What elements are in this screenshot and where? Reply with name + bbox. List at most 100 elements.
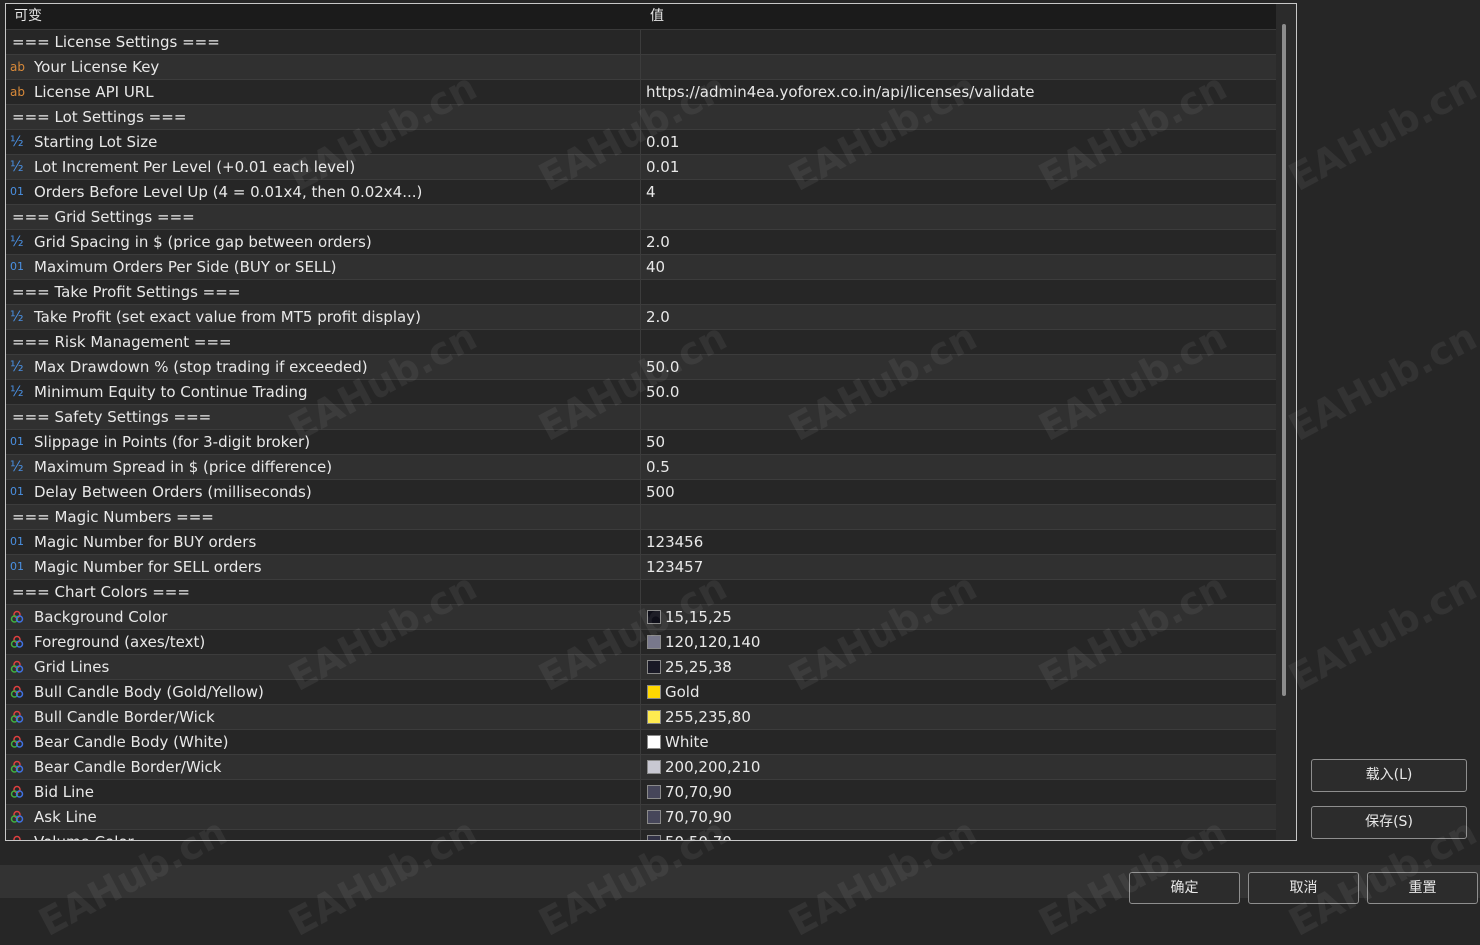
color-swatch[interactable] <box>647 735 661 749</box>
input-value: 40 <box>646 258 666 276</box>
input-value-cell[interactable]: 255,235,80 <box>641 705 1271 729</box>
load-button[interactable]: 载入(L) <box>1311 759 1467 792</box>
save-button[interactable]: 保存(S) <box>1311 806 1467 839</box>
section-row[interactable]: === Take Profit Settings === <box>6 280 1276 305</box>
input-row[interactable]: 01 Delay Between Orders (milliseconds) 500 <box>6 480 1276 505</box>
input-name: Slippage in Points (for 3-digit broker) <box>34 433 311 451</box>
color-swatch[interactable] <box>647 685 661 699</box>
input-value: 123456 <box>646 533 704 551</box>
input-row[interactable]: ab License API URL https://admin4ea.yofore… <box>6 80 1276 105</box>
color-swatch[interactable] <box>647 810 661 824</box>
input-row[interactable]: ½ Max Drawdown % (stop trading if exceede… <box>6 355 1276 380</box>
input-value-cell[interactable]: White <box>641 730 1271 754</box>
input-value: 500 <box>646 483 675 501</box>
input-value-cell <box>641 505 1271 529</box>
input-row[interactable]: ½ Take Profit (set exact value from MT5 p… <box>6 305 1276 330</box>
input-row[interactable]: Bull Candle Border/Wick 255,235,80 <box>6 705 1276 730</box>
input-value-cell[interactable]: 2.0 <box>641 230 1271 254</box>
vertical-scrollbar[interactable] <box>1282 24 1286 696</box>
input-value: Gold <box>665 683 700 701</box>
input-value-cell[interactable]: 50.0 <box>641 380 1271 404</box>
input-name: Ask Line <box>34 808 97 826</box>
input-row[interactable]: ½ Starting Lot Size 0.01 <box>6 130 1276 155</box>
ok-button[interactable]: 确定 <box>1129 872 1240 904</box>
input-row[interactable]: Grid Lines 25,25,38 <box>6 655 1276 680</box>
color-swatch[interactable] <box>647 660 661 674</box>
column-header-value[interactable]: 值 <box>650 4 664 29</box>
input-value: 123457 <box>646 558 704 576</box>
section-row[interactable]: === License Settings === <box>6 30 1276 55</box>
section-row[interactable]: === Grid Settings === <box>6 205 1276 230</box>
section-row[interactable]: === Magic Numbers === <box>6 505 1276 530</box>
input-value-cell[interactable]: https://admin4ea.yoforex.co.in/api/licen… <box>641 80 1271 104</box>
input-name: === Magic Numbers === <box>12 508 214 526</box>
input-value-cell[interactable]: 40 <box>641 255 1271 279</box>
input-row[interactable]: Bid Line 70,70,90 <box>6 780 1276 805</box>
input-row[interactable]: Volume Color 50,50,70 <box>6 830 1276 840</box>
input-value-cell[interactable]: 15,15,25 <box>641 605 1271 629</box>
input-value-cell[interactable]: 70,70,90 <box>641 805 1271 829</box>
input-value-cell[interactable]: 50 <box>641 430 1271 454</box>
input-value-cell[interactable]: 70,70,90 <box>641 780 1271 804</box>
color-swatch[interactable] <box>647 635 661 649</box>
color-swatch[interactable] <box>647 610 661 624</box>
input-name: Maximum Spread in $ (price difference) <box>34 458 333 476</box>
input-row[interactable]: 01 Maximum Orders Per Side (BUY or SELL) 4… <box>6 255 1276 280</box>
input-value-cell <box>641 105 1271 129</box>
input-value-cell[interactable]: 2.0 <box>641 305 1271 329</box>
input-row[interactable]: ½ Grid Spacing in $ (price gap between or… <box>6 230 1276 255</box>
color-type-icon <box>10 605 30 629</box>
input-row[interactable]: ½ Lot Increment Per Level (+0.01 each lev… <box>6 155 1276 180</box>
input-row[interactable]: 01 Magic Number for BUY orders 123456 <box>6 530 1276 555</box>
reset-button[interactable]: 重置 <box>1367 872 1478 904</box>
input-row[interactable]: Foreground (axes/text) 120,120,140 <box>6 630 1276 655</box>
section-row[interactable]: === Risk Management === <box>6 330 1276 355</box>
input-name: Volume Color <box>34 830 134 840</box>
input-row[interactable]: 01 Slippage in Points (for 3-digit broker… <box>6 430 1276 455</box>
input-name-cell: ab Your License Key <box>6 55 641 79</box>
input-value-cell[interactable]: 0.01 <box>641 155 1271 179</box>
input-name-cell: 01 Magic Number for BUY orders <box>6 530 641 554</box>
section-row[interactable]: === Safety Settings === <box>6 405 1276 430</box>
input-value-cell[interactable]: Gold <box>641 680 1271 704</box>
input-name-cell: Bull Candle Body (Gold/Yellow) <box>6 680 641 704</box>
input-row[interactable]: ab Your License Key <box>6 55 1276 80</box>
input-value: 200,200,210 <box>665 758 761 776</box>
inputs-panel: 可变 值 === License Settings === ab Your Lice… <box>5 3 1297 841</box>
input-name: === Grid Settings === <box>12 208 195 226</box>
input-value-cell[interactable]: 50,50,70 <box>641 830 1271 840</box>
inputs-table-header: 可变 值 <box>6 4 1276 30</box>
input-value: 0.01 <box>646 133 680 151</box>
input-row[interactable]: Background Color 15,15,25 <box>6 605 1276 630</box>
input-value-cell <box>641 205 1271 229</box>
input-row[interactable]: 01 Magic Number for SELL orders 123457 <box>6 555 1276 580</box>
input-row[interactable]: Ask Line 70,70,90 <box>6 805 1276 830</box>
input-value-cell[interactable]: 123456 <box>641 530 1271 554</box>
input-value-cell[interactable]: 25,25,38 <box>641 655 1271 679</box>
input-row[interactable]: Bull Candle Body (Gold/Yellow) Gold <box>6 680 1276 705</box>
input-name-cell: === Take Profit Settings === <box>6 280 641 304</box>
input-row[interactable]: Bear Candle Border/Wick 200,200,210 <box>6 755 1276 780</box>
section-row[interactable]: === Lot Settings === <box>6 105 1276 130</box>
color-swatch[interactable] <box>647 835 661 840</box>
input-row[interactable]: Bear Candle Body (White) White <box>6 730 1276 755</box>
cancel-button[interactable]: 取消 <box>1248 872 1359 904</box>
input-value-cell[interactable]: 0.5 <box>641 455 1271 479</box>
input-value-cell[interactable]: 500 <box>641 480 1271 504</box>
input-value-cell[interactable]: 50.0 <box>641 355 1271 379</box>
input-value-cell[interactable]: 200,200,210 <box>641 755 1271 779</box>
input-row[interactable]: ½ Maximum Spread in $ (price difference) 0… <box>6 455 1276 480</box>
input-value-cell[interactable] <box>641 55 1271 79</box>
input-value: https://admin4ea.yoforex.co.in/api/licen… <box>646 83 1035 101</box>
color-swatch[interactable] <box>647 760 661 774</box>
color-swatch[interactable] <box>647 785 661 799</box>
input-value-cell[interactable]: 0.01 <box>641 130 1271 154</box>
section-row[interactable]: === Chart Colors === <box>6 580 1276 605</box>
input-row[interactable]: 01 Orders Before Level Up (4 = 0.01x4, th… <box>6 180 1276 205</box>
column-header-variable[interactable]: 可变 <box>14 4 42 29</box>
input-value-cell[interactable]: 120,120,140 <box>641 630 1271 654</box>
color-swatch[interactable] <box>647 710 661 724</box>
input-value-cell[interactable]: 123457 <box>641 555 1271 579</box>
input-row[interactable]: ½ Minimum Equity to Continue Trading 50.0 <box>6 380 1276 405</box>
input-value-cell[interactable]: 4 <box>641 180 1271 204</box>
